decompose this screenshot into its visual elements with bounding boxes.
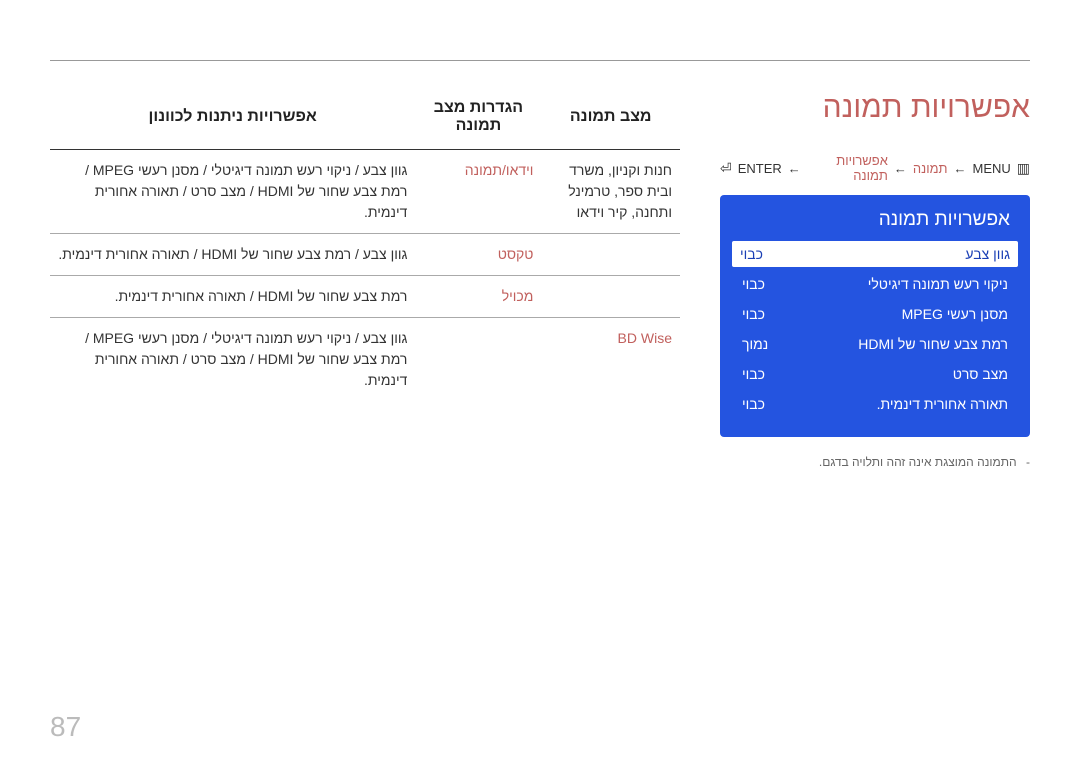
menu-item-film-mode[interactable]: מצב סרט כבוי	[740, 359, 1010, 389]
menu-item-value: כבוי	[740, 246, 763, 262]
top-rule	[50, 60, 1030, 61]
table-header-settings: הגדרות מצב תמונה	[415, 91, 541, 150]
breadcrumb-menu: MENU	[972, 161, 1010, 176]
footnote-dash: -	[1026, 455, 1030, 469]
menu-item-dynamic-backlight[interactable]: תאורה אחורית דינמית. כבוי	[740, 389, 1010, 419]
table-cell: גוון צבע / רמת צבע שחור של HDMI / תאורה …	[50, 234, 415, 276]
menu-item-color-tone[interactable]: גוון צבע כבוי	[732, 241, 1018, 267]
breadcrumb-item-1: תמונה	[913, 161, 948, 176]
table-cell: BD Wise	[541, 318, 680, 402]
table-cell: וידאו/תמונה	[415, 150, 541, 234]
menu-item-value: כבוי	[742, 306, 765, 322]
table-cell: רמת צבע שחור של HDMI / תאורה אחורית דינמ…	[50, 276, 415, 318]
menu-item-label: תאורה אחורית דינמית.	[877, 396, 1008, 412]
table-cell: חנות וקניון, משרד ובית ספר, טרמינל ותחנה…	[541, 150, 680, 234]
table-cell: מכויל	[415, 276, 541, 318]
arrow-icon: ←	[894, 161, 907, 176]
arrow-icon: ←	[953, 161, 966, 176]
table-row: חנות וקניון, משרד ובית ספר, טרמינל ותחנה…	[50, 150, 680, 234]
table-cell	[541, 234, 680, 276]
breadcrumb-item-2: אפשרויות תמונה	[807, 153, 888, 183]
menu-item-value: כבוי	[742, 396, 765, 412]
menu-item-label: גוון צבע	[965, 246, 1010, 262]
arrow-icon: ←	[788, 161, 801, 176]
breadcrumb: ▥ MENU ← תמונה ← אפשרויות תמונה ← ENTER …	[720, 153, 1030, 183]
menu-item-value: כבוי	[742, 276, 765, 292]
options-table: מצב תמונה הגדרות מצב תמונה אפשרויות ניתנ…	[50, 91, 680, 401]
menu-panel-title: אפשרויות תמונה	[740, 209, 1010, 231]
menu-item-label: ניקוי רעש תמונה דיגיטלי	[868, 276, 1008, 292]
table-row: BD Wise גוון צבע / ניקוי רעש תמונה דיגיט…	[50, 318, 680, 402]
menu-item-mpeg[interactable]: מסנן רעשי MPEG כבוי	[740, 299, 1010, 329]
table-row: טקסט גוון צבע / רמת צבע שחור של HDMI / ת…	[50, 234, 680, 276]
table-header-mode: מצב תמונה	[541, 91, 680, 150]
menu-item-dnr[interactable]: ניקוי רעש תמונה דיגיטלי כבוי	[740, 269, 1010, 299]
footnote-text: התמונה המוצגת אינה זהה ותלויה בדגם.	[819, 455, 1017, 469]
breadcrumb-enter: ENTER	[738, 161, 782, 176]
menu-item-label: רמת צבע שחור של HDMI	[858, 336, 1008, 352]
enter-icon: ⏎	[720, 160, 732, 177]
menu-item-value: נמוך	[742, 336, 768, 352]
menu-item-hdmi-black[interactable]: רמת צבע שחור של HDMI נמוך	[740, 329, 1010, 359]
menu-panel: אפשרויות תמונה גוון צבע כבוי ניקוי רעש ת…	[720, 195, 1030, 437]
menu-item-label: מסנן רעשי MPEG	[902, 306, 1008, 322]
table-cell: גוון צבע / ניקוי רעש תמונה דיגיטלי / מסנ…	[50, 150, 415, 234]
page-number: 87	[50, 711, 81, 743]
table-row: מכויל רמת צבע שחור של HDMI / תאורה אחורי…	[50, 276, 680, 318]
footnote: - התמונה המוצגת אינה זהה ותלויה בדגם.	[720, 455, 1030, 469]
menu-icon: ▥	[1017, 160, 1030, 177]
table-cell	[415, 318, 541, 402]
section-title: אפשרויות תמונה	[720, 91, 1030, 125]
table-cell: גוון צבע / ניקוי רעש תמונה דיגיטלי / מסנ…	[50, 318, 415, 402]
table-cell: טקסט	[415, 234, 541, 276]
table-cell	[541, 276, 680, 318]
table-header-adjustable: אפשרויות ניתנות לכוונון	[50, 91, 415, 150]
menu-item-value: כבוי	[742, 366, 765, 382]
menu-item-label: מצב סרט	[953, 366, 1008, 382]
